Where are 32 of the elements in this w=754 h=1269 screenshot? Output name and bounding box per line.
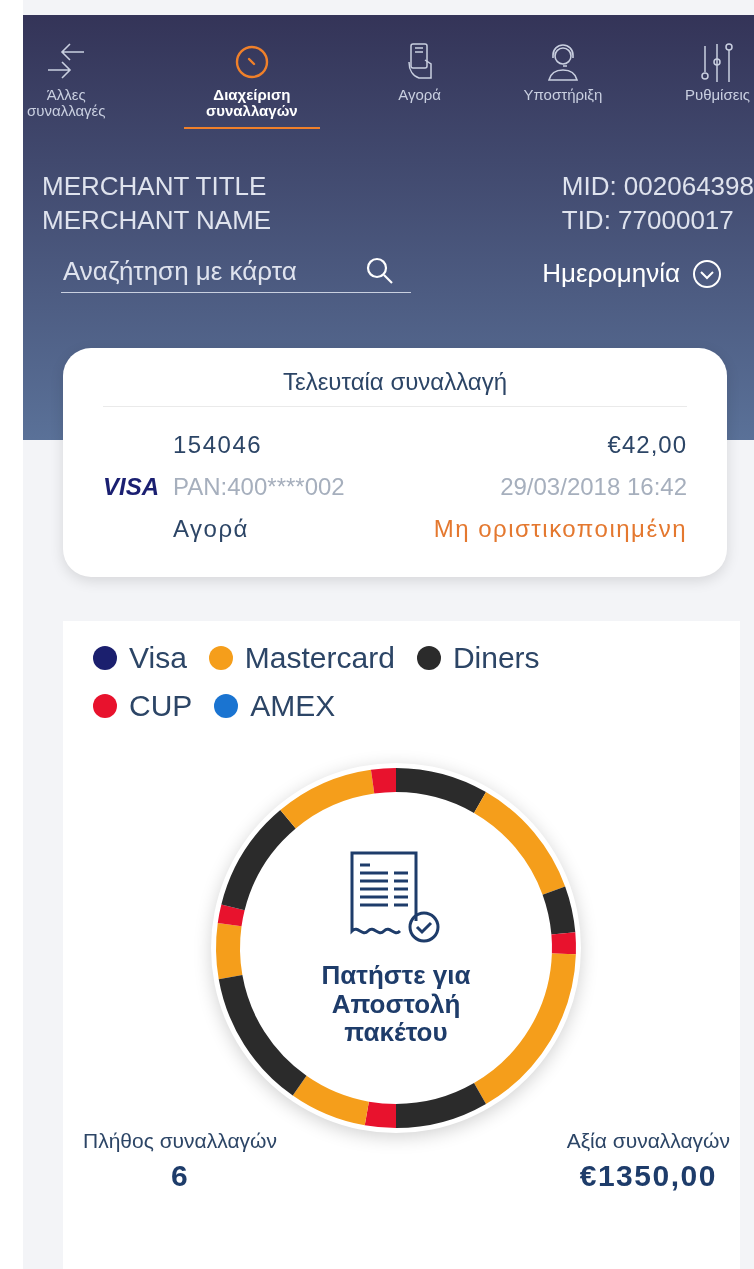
legend-label: Diners bbox=[452, 641, 540, 675]
chevron-down-icon bbox=[692, 258, 722, 289]
card-brand-logo: VISA bbox=[103, 473, 159, 501]
count-value: 6 bbox=[170, 1159, 190, 1193]
nav-tab[interactable]: Αγορά bbox=[394, 41, 445, 129]
search-field[interactable]: Αναζήτηση με κάρτα bbox=[61, 254, 411, 293]
nav-tab[interactable]: Ρυθμίσεις bbox=[680, 41, 754, 129]
transaction-status: Μη οριστικοποιημένη bbox=[433, 515, 687, 543]
merchant-id: MID: 002064398 bbox=[561, 169, 754, 203]
transaction-id: 154046 bbox=[173, 431, 264, 459]
last-transaction-card[interactable]: Τελευταία συναλλαγή VISA 154046 €42,00 PAN:400****002 29/03/2018 16:42 Αγορά Μη οριστικοποιημένη bbox=[63, 348, 727, 577]
nav-tab[interactable]: Υποστήριξη bbox=[519, 41, 607, 129]
legend-label: AMEX bbox=[250, 689, 336, 723]
merchant-name: MERCHANT NAME bbox=[42, 203, 272, 237]
nav-tab[interactable]: Διαχείριση συναλλαγών bbox=[184, 41, 320, 129]
nav-tab[interactable]: Άλλες συναλλαγές bbox=[23, 41, 110, 129]
search-icon bbox=[365, 256, 395, 286]
card-heading: Τελευταία συναλλαγή bbox=[103, 368, 687, 407]
sliders-icon bbox=[699, 42, 736, 82]
card-pan: PAN:400****002 bbox=[173, 473, 346, 501]
transaction-amount: €42,00 bbox=[606, 431, 687, 459]
total-value: €1350,00 bbox=[579, 1159, 717, 1193]
legend-label: CUP bbox=[129, 689, 193, 723]
legend-label: Visa bbox=[129, 641, 187, 675]
merchant-title: MERCHANT TITLE bbox=[42, 169, 268, 203]
send-batch-button[interactable]: Πατήστε για Αποστολή πακέτου bbox=[211, 763, 581, 1133]
legend-label: Mastercard bbox=[244, 641, 395, 675]
gauge-icon bbox=[233, 44, 270, 80]
terminal-id: TID: 77000017 bbox=[561, 203, 735, 237]
date-filter-button[interactable]: Ημερομηνία bbox=[536, 257, 728, 290]
transaction-type: Αγορά bbox=[173, 515, 250, 543]
transaction-datetime: 29/03/2018 16:42 bbox=[499, 473, 687, 501]
